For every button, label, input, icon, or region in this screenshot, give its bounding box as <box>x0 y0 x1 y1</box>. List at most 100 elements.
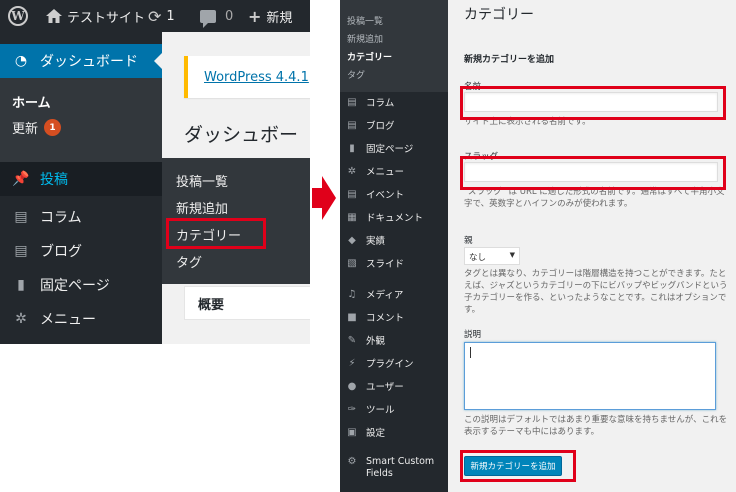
page-icon: ▮ <box>17 277 25 293</box>
comments-count: 0 <box>225 8 234 24</box>
submenu-home[interactable]: ホーム <box>12 92 51 111</box>
menu-works[interactable]: ◆ 実績 <box>340 230 448 250</box>
description-label: 説明 <box>464 330 482 340</box>
posts-submenu: 投稿一覧 新規追加 カテゴリー タグ <box>340 0 448 92</box>
site-name: テストサイト <box>67 10 146 26</box>
flyout-tags[interactable]: タグ <box>176 252 202 271</box>
menu-media[interactable]: ♫ メディア <box>340 284 448 304</box>
overview-panel-title: 概要 <box>184 286 310 320</box>
flyout-add-new[interactable]: 新規追加 <box>176 198 228 217</box>
menu-menus[interactable]: ✲ メニュー <box>340 161 448 181</box>
menu-pages[interactable]: ▮ 固定ページ <box>340 138 448 158</box>
menu-column[interactable]: ▤ コラム <box>340 92 448 112</box>
updates-badge: 1 <box>44 119 62 136</box>
menu-smart-custom-fields[interactable]: ⚙ Smart Custom Fields <box>340 456 448 488</box>
user-icon: ● <box>347 380 357 392</box>
highlight-box-categories <box>166 218 266 249</box>
menu-item-label: 設定 <box>366 428 386 439</box>
submenu-updates[interactable]: 更新 1 <box>12 118 62 137</box>
submenu-categories[interactable]: カテゴリー <box>347 50 392 63</box>
menu-item-label: イベント <box>366 190 405 201</box>
palm-icon: ✲ <box>15 311 27 327</box>
media-icon: ♫ <box>347 288 357 300</box>
menu-item-label: 固定ページ <box>366 144 414 155</box>
dashboard-icon: ◔ <box>14 53 28 69</box>
menu-blog[interactable]: ▤ ブログ <box>340 115 448 135</box>
plug-icon: ⚡ <box>348 357 356 369</box>
category-page: カテゴリー 新規カテゴリーを追加 名前 サイト上に表示される名前です。 スラッグ… <box>448 0 736 492</box>
left-screenshot: W テストサイト ⟳ 1 0 + 新規 ◔ ダッシュボード ホーム 更新 1 📌… <box>0 0 310 344</box>
menu-dashboard-label: ダッシュボード <box>40 54 138 70</box>
update-notice-link[interactable]: WordPress 4.4.1 <box>204 70 309 85</box>
wordpress-icon: W <box>8 6 28 26</box>
dropdown-arrow-icon: ▼ <box>509 251 515 259</box>
menu-item-label: スライド <box>366 259 405 270</box>
comment-icon: ■ <box>347 311 357 323</box>
tutorial-screenshot: W テストサイト ⟳ 1 0 + 新規 ◔ ダッシュボード ホーム 更新 1 📌… <box>0 0 736 492</box>
highlight-box-name <box>460 86 726 120</box>
menu-dashboard[interactable]: ◔ ダッシュボード <box>0 44 162 78</box>
flyout-all-posts[interactable]: 投稿一覧 <box>176 171 228 190</box>
menu-users[interactable]: ● ユーザー <box>340 376 448 396</box>
admin-bar: W テストサイト ⟳ 1 0 + 新規 <box>0 0 310 32</box>
layout-icon: ▤ <box>347 119 357 131</box>
gear-icon: ⚙ <box>347 456 357 467</box>
parent-description: タグとは異なり、カテゴリーは階層構造を持つことができます。たとえば、ジャズという… <box>464 269 728 315</box>
menu-slides[interactable]: ▧ スライド <box>340 253 448 273</box>
parent-label: 親 <box>464 236 473 246</box>
menu-item-label: ツール <box>366 405 395 416</box>
menu-pages[interactable]: ▮ 固定ページ <box>0 268 162 302</box>
description-help: この説明はデフォルトではあまり重要な意味を持ちませんが、これを表示するテーマも中… <box>464 415 728 437</box>
admin-sidebar: ◔ ダッシュボード ホーム 更新 1 📌 投稿 ▤ コラム ▤ ブログ ▮ 固定… <box>0 32 170 344</box>
layout-icon: ▤ <box>14 243 28 259</box>
submenu-all-posts[interactable]: 投稿一覧 <box>347 14 383 27</box>
tag-icon: ◆ <box>348 234 356 246</box>
submenu-tags[interactable]: タグ <box>347 68 365 81</box>
menu-item-label: Smart Custom Fields <box>366 456 435 479</box>
page-title: カテゴリー <box>464 7 534 23</box>
menu-item-label: ユーザー <box>366 382 404 393</box>
page-icon: ▮ <box>349 142 355 154</box>
menu-blog[interactable]: ▤ ブログ <box>0 234 162 268</box>
submenu-updates-label: 更新 <box>12 122 39 137</box>
parent-select[interactable]: なし ▼ <box>464 247 520 265</box>
menu-item-label: 実績 <box>366 236 386 247</box>
updates-button[interactable]: ⟳ 1 <box>148 0 175 32</box>
menu-settings[interactable]: ▣ 設定 <box>340 422 448 442</box>
menu-appearance[interactable]: ✎ 外観 <box>340 330 448 350</box>
menu-documents[interactable]: ▦ ドキュメント <box>340 207 448 227</box>
menu-item-label: ドキュメント <box>366 213 424 224</box>
menu-events[interactable]: ▤ イベント <box>340 184 448 204</box>
layout-icon: ▤ <box>347 188 357 200</box>
menu-plugins[interactable]: ⚡ プラグイン <box>340 353 448 373</box>
menu-tools[interactable]: ✑ ツール <box>340 399 448 419</box>
new-content-button[interactable]: + 新規 <box>248 0 292 32</box>
add-category-heading: 新規カテゴリーを追加 <box>464 55 555 65</box>
plus-icon: + <box>248 6 262 26</box>
menu-comments[interactable]: ■ コメント <box>340 307 448 327</box>
menu-item-label: 外観 <box>366 336 386 347</box>
description-textarea[interactable] <box>464 342 716 410</box>
wordpress-logo-button[interactable]: W <box>8 0 28 32</box>
site-name-link[interactable]: テストサイト <box>46 0 145 32</box>
highlight-box-slug <box>460 156 726 190</box>
menu-item-label: ブログ <box>40 244 82 260</box>
palm-icon: ✲ <box>347 165 357 177</box>
home-icon <box>46 9 62 23</box>
submenu-add-new[interactable]: 新規追加 <box>347 32 383 45</box>
dashboard-submenu: ホーム 更新 1 <box>0 78 162 162</box>
admin-sidebar: 投稿一覧 新規追加 カテゴリー タグ ▤ コラム ▤ ブログ ▮ 固定ページ ✲ メニュ… <box>340 0 448 492</box>
comment-icon <box>200 9 216 28</box>
menu-posts-label: 投稿 <box>40 172 68 188</box>
menu-item-label: 固定ページ <box>40 278 110 294</box>
dashboard-content: WordPress 4.4.1 ダッシュボー 投稿一覧 新規追加 カテゴリー タ… <box>162 32 310 344</box>
menu-posts[interactable]: 📌 投稿 <box>0 162 170 196</box>
refresh-icon: ⟳ <box>148 6 162 26</box>
menu-column[interactable]: ▤ コラム <box>0 200 162 234</box>
update-notice: WordPress 4.4.1 <box>184 56 310 98</box>
pin-icon: 📌 <box>12 171 30 187</box>
menu-menus[interactable]: ✲ メニュー <box>0 302 162 336</box>
wrench-icon: ✑ <box>347 403 357 415</box>
comments-button[interactable]: 0 <box>200 0 233 32</box>
page-title: ダッシュボー <box>184 124 299 146</box>
